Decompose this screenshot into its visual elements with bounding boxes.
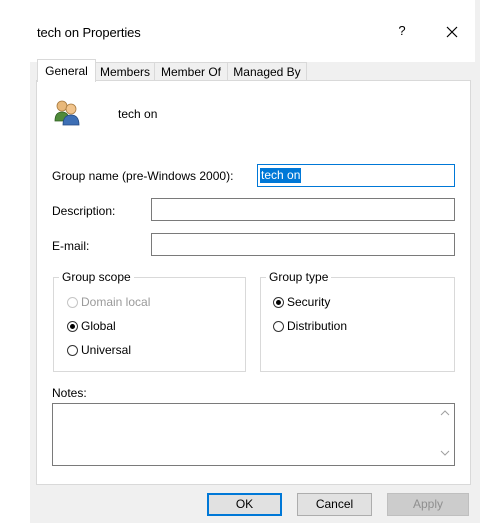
notes-textarea[interactable] bbox=[52, 403, 455, 466]
properties-dialog: tech on Properties ? General Members Mem… bbox=[0, 0, 480, 523]
scroll-down-button[interactable] bbox=[437, 445, 453, 461]
description-label: Description: bbox=[52, 204, 116, 218]
scope-universal-option[interactable]: Universal bbox=[67, 343, 131, 357]
help-icon: ? bbox=[398, 23, 406, 38]
tab-member-of[interactable]: Member Of bbox=[154, 62, 228, 81]
apply-button[interactable]: Apply bbox=[387, 493, 469, 516]
notes-label: Notes: bbox=[52, 386, 87, 400]
scope-domain-local-option[interactable]: Domain local bbox=[67, 295, 150, 309]
tab-managed-by[interactable]: Managed By bbox=[227, 62, 307, 81]
group-name-field[interactable]: tech on bbox=[257, 164, 455, 187]
group-scope-legend: Group scope bbox=[62, 270, 131, 284]
type-security-option[interactable]: Security bbox=[273, 295, 330, 309]
close-button[interactable] bbox=[441, 21, 463, 43]
group-icon bbox=[53, 98, 81, 126]
scroll-up-button[interactable] bbox=[437, 405, 453, 421]
radio-security[interactable] bbox=[273, 296, 284, 308]
tab-members[interactable]: Members bbox=[95, 62, 155, 81]
description-field[interactable] bbox=[151, 198, 455, 221]
scope-universal-label: Universal bbox=[81, 343, 132, 357]
group-type-legend: Group type bbox=[269, 270, 329, 284]
cancel-button[interactable]: Cancel bbox=[297, 493, 372, 516]
close-icon bbox=[446, 26, 458, 38]
window-title: tech on Properties bbox=[37, 25, 141, 40]
type-distribution-label: Distribution bbox=[287, 319, 348, 333]
group-name-value: tech on bbox=[260, 168, 302, 183]
ok-button[interactable]: OK bbox=[207, 493, 282, 516]
radio-global[interactable] bbox=[67, 320, 78, 332]
group-display-name: tech on bbox=[118, 107, 158, 121]
scope-domain-local-label: Domain local bbox=[81, 295, 151, 309]
type-security-label: Security bbox=[287, 295, 331, 309]
type-distribution-option[interactable]: Distribution bbox=[273, 319, 347, 333]
scope-global-label: Global bbox=[81, 319, 116, 333]
scroll-down-arrow-icon bbox=[440, 450, 450, 456]
email-field[interactable] bbox=[151, 233, 455, 256]
radio-universal[interactable] bbox=[67, 344, 78, 356]
scope-global-option[interactable]: Global bbox=[67, 319, 116, 333]
help-button[interactable]: ? bbox=[392, 23, 412, 43]
group-name-label: Group name (pre-Windows 2000): bbox=[52, 169, 234, 183]
tab-general[interactable]: General bbox=[37, 59, 96, 82]
radio-domain-local[interactable] bbox=[67, 296, 78, 308]
radio-distribution[interactable] bbox=[273, 320, 284, 332]
scroll-up-arrow-icon bbox=[440, 410, 450, 416]
email-label: E-mail: bbox=[52, 239, 90, 253]
